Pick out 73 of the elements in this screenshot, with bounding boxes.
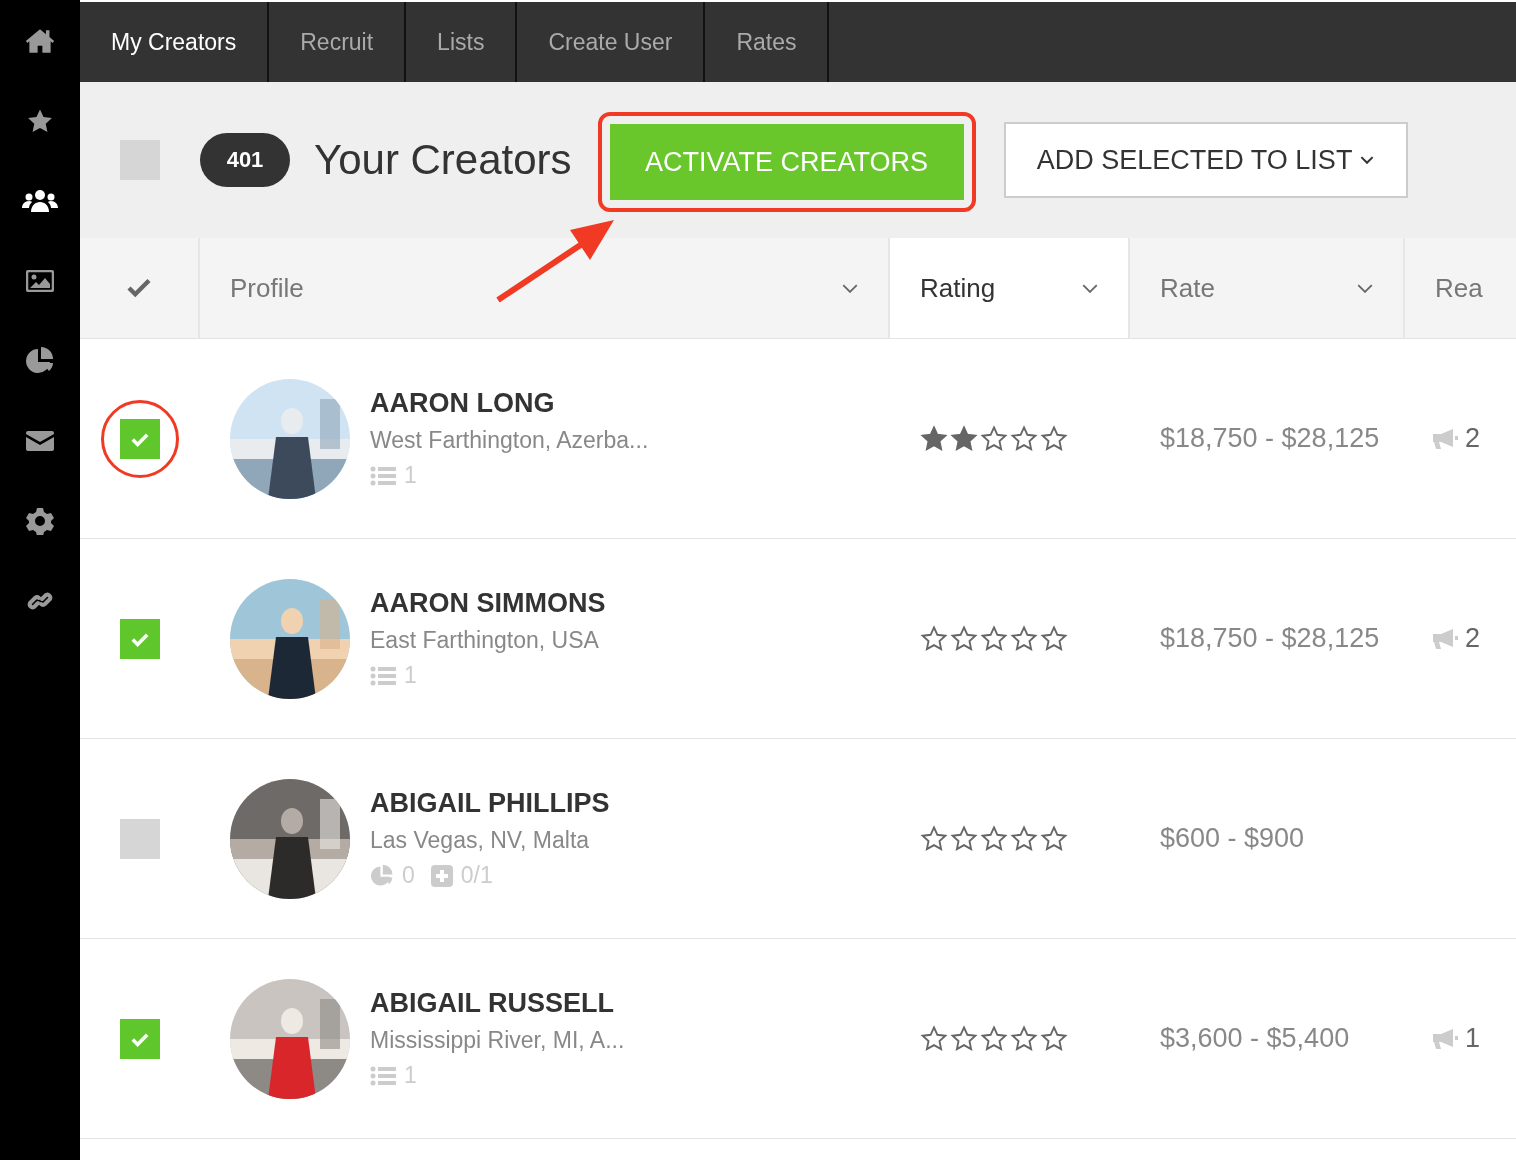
plus-icon	[430, 864, 453, 887]
home-icon[interactable]	[25, 28, 55, 54]
pie-chart-icon	[370, 863, 394, 888]
check-icon	[126, 278, 152, 298]
star-rating[interactable]	[920, 625, 1068, 652]
star-icon	[1010, 625, 1038, 652]
creator-location: Mississippi River, MI, A...	[370, 1027, 625, 1054]
star-icon	[1040, 825, 1068, 852]
star-icon	[980, 625, 1008, 652]
star-icon	[920, 825, 948, 852]
star-icon	[920, 1025, 948, 1052]
list-icon	[370, 465, 396, 486]
rate-range: $18,750 - $28,125	[1160, 623, 1380, 654]
star-icon	[950, 625, 978, 652]
page-title: Your Creators	[314, 136, 572, 184]
creator-name[interactable]: ABIGAIL RUSSELL	[370, 988, 625, 1019]
creator-name[interactable]: ABIGAIL PHILLIPS	[370, 788, 610, 819]
star-icon	[980, 1025, 1008, 1052]
column-header[interactable]: Rea	[1405, 238, 1516, 338]
creator-location: Las Vegas, NV, Malta	[370, 827, 591, 854]
creator-location: West Farthington, Azerba...	[370, 427, 649, 454]
column-label: Rate	[1160, 272, 1215, 304]
creator-location: East Farthington, USA	[370, 627, 600, 654]
column-label: Rating	[920, 272, 996, 304]
column-header[interactable]: Rating	[890, 238, 1130, 338]
column-label: Profile	[230, 272, 304, 304]
star-icon	[980, 825, 1008, 852]
star-icon	[1010, 1025, 1038, 1052]
star-icon	[1010, 425, 1038, 452]
rate-range: $3,600 - $5,400	[1160, 1023, 1350, 1054]
star-icon	[920, 425, 948, 452]
list-icon	[370, 665, 396, 686]
image-icon[interactable]	[26, 270, 54, 292]
star-rating[interactable]	[920, 825, 1068, 852]
column-label: Rea	[1435, 272, 1483, 304]
star-icon	[920, 625, 948, 652]
star-icon	[950, 425, 978, 452]
count-badge: 401	[200, 133, 290, 187]
pie-chart-icon[interactable]	[25, 346, 55, 376]
star-rating[interactable]	[920, 425, 1068, 452]
users-icon[interactable]	[22, 189, 58, 213]
add-to-list-button[interactable]: ADD SELECTED TO LIST	[1003, 122, 1408, 198]
star-icon	[1040, 425, 1068, 452]
caret-icon	[1357, 283, 1373, 293]
caret-icon	[842, 283, 858, 293]
select-all-checkbox[interactable]	[120, 140, 160, 180]
star-icon	[1010, 825, 1038, 852]
row-checkbox[interactable]	[120, 618, 160, 659]
column-header[interactable]: Rate	[1130, 238, 1405, 338]
rate-range: $600 - $900	[1160, 823, 1305, 854]
settings-icon[interactable]	[26, 507, 54, 535]
envelope-icon[interactable]	[26, 431, 54, 451]
row-checkbox[interactable]	[120, 818, 160, 859]
star-rating[interactable]	[920, 1025, 1068, 1052]
megaphone-icon	[1431, 427, 1459, 450]
reach-value: 1	[1465, 1023, 1481, 1054]
reach-value: 2	[1465, 623, 1481, 654]
rate-range: $18,750 - $28,125	[1160, 423, 1380, 454]
star-icon	[1040, 1025, 1068, 1052]
caret-icon	[1082, 283, 1098, 293]
creator-name[interactable]: AARON SIMMONS	[370, 588, 606, 619]
row-checkbox[interactable]	[120, 418, 160, 459]
star-icon	[1040, 625, 1068, 652]
list-icon	[370, 1065, 396, 1086]
star-icon	[980, 425, 1008, 452]
megaphone-icon	[1431, 627, 1459, 650]
reach-value: 2	[1465, 423, 1481, 454]
star-icon	[950, 1025, 978, 1052]
creator-name[interactable]: AARON LONG	[370, 388, 649, 419]
row-checkbox[interactable]	[120, 1018, 160, 1059]
caret-icon	[1360, 155, 1375, 165]
megaphone-icon	[1431, 1027, 1459, 1050]
star-icon	[950, 825, 978, 852]
